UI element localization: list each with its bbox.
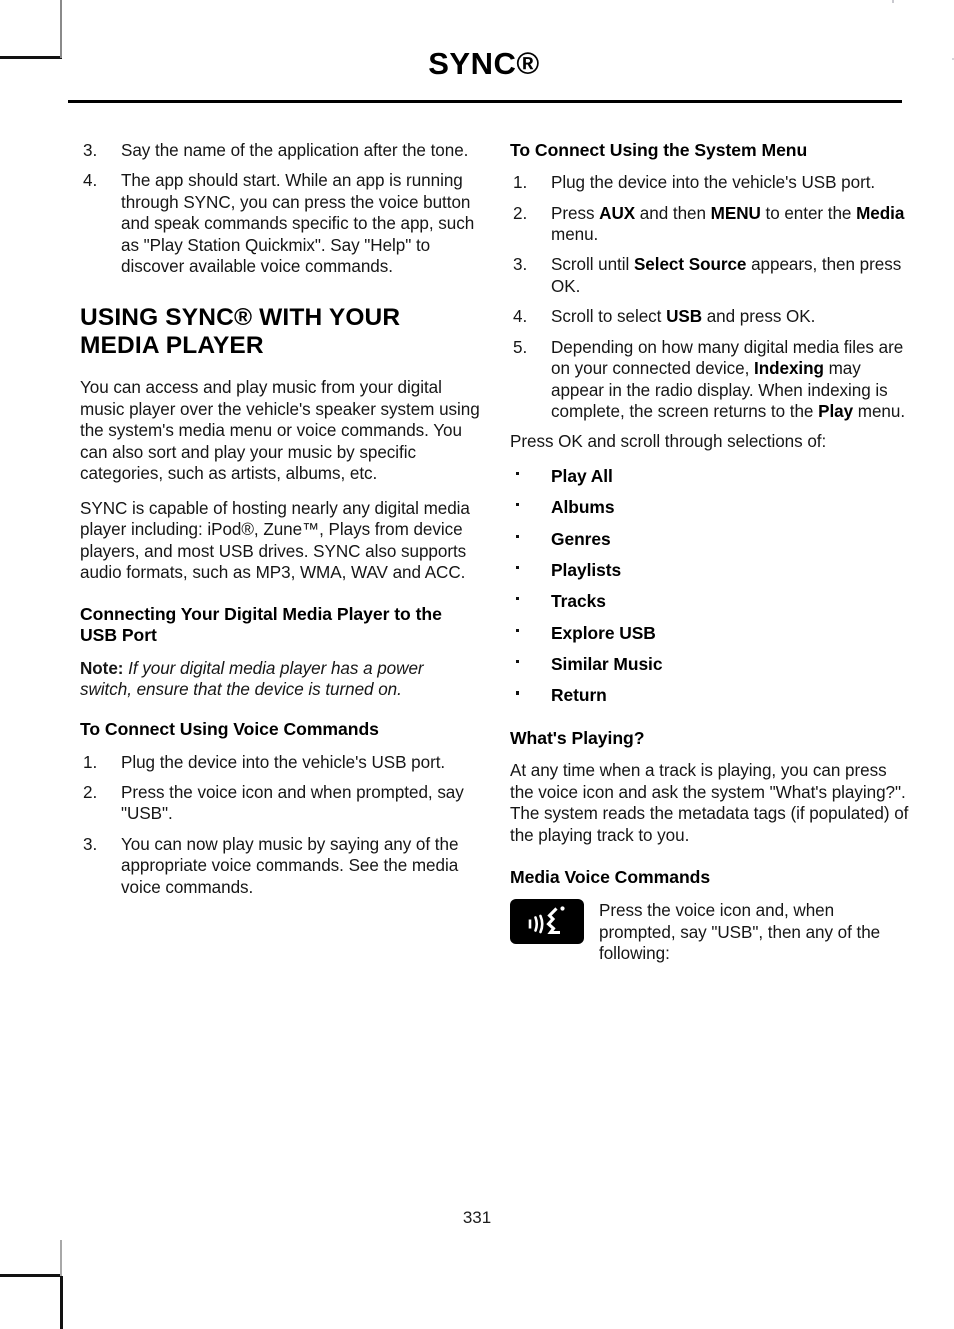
bullet-dot-icon <box>516 534 520 538</box>
paragraph-whats-playing: At any time when a track is playing, you… <box>510 761 909 845</box>
list-item: 3. Say the name of the application after… <box>80 140 480 161</box>
two-column-body: 3. Say the name of the application after… <box>0 140 954 964</box>
menu-option-label: Explore USB <box>551 622 656 643</box>
list-marker: 3. <box>513 255 528 275</box>
subheading-connect-voice-commands: To Connect Using Voice Commands <box>80 719 379 740</box>
bullet-dot-icon <box>516 471 520 476</box>
list-item: 2. Press the voice icon and when prompte… <box>80 782 480 825</box>
crop-mark-top-left-vertical <box>60 0 62 58</box>
list-item-text: Press AUX and then MENU to enter the Med… <box>551 203 905 244</box>
menu-option-label: Albums <box>551 497 615 518</box>
paragraph-selections-intro: Press OK and scroll through selections o… <box>510 432 827 452</box>
header-divider-rule <box>68 100 902 103</box>
list-marker: 4. <box>513 307 528 327</box>
list-item: Explore USB <box>510 623 910 645</box>
list-item-text: You can now play music by saying any of … <box>121 834 459 897</box>
list-item: Playlists <box>510 560 910 582</box>
right-column: To Connect Using the System Menu 1. Plug … <box>510 140 910 964</box>
crop-mark-top-right-dot <box>892 0 894 3</box>
voice-icon-instruction-text: Press the voice icon and, when prompted,… <box>599 901 881 964</box>
list-marker: 4. <box>83 171 98 191</box>
page-header: SYNC® <box>68 48 900 79</box>
list-marker: 3. <box>83 834 98 854</box>
list-item: 1. Plug the device into the vehicle's US… <box>80 752 480 773</box>
crop-mark-bottom-left-vertical <box>60 1276 63 1329</box>
emphasis-term: Media <box>856 203 905 223</box>
list-marker: 2. <box>513 203 528 223</box>
emphasis-term: MENU <box>710 203 761 223</box>
bullet-dot-icon <box>516 597 520 601</box>
bullet-dot-icon <box>516 628 520 632</box>
list-item: Genres <box>510 529 910 551</box>
list-item: 5. Depending on how many digital media fi… <box>510 337 910 423</box>
menu-option-label: Similar Music <box>551 653 663 674</box>
continued-numbered-list: 3. Say the name of the application after… <box>80 140 480 278</box>
note-label: Note: <box>80 658 124 678</box>
list-marker: 2. <box>83 783 98 803</box>
subheading-connect-system-menu: To Connect Using the System Menu <box>510 140 808 160</box>
list-item: Return <box>510 685 910 707</box>
list-item-text: Plug the device into the vehicle's USB p… <box>551 173 876 193</box>
note-power-switch: Note: If your digital media player has a… <box>80 658 480 701</box>
list-item-text: The app should start. While an app is ru… <box>121 171 475 277</box>
subheading-whats-playing: What's Playing? <box>510 728 645 749</box>
section-heading-using-sync: USING SYNC® WITH YOUR MEDIA PLAYER <box>80 303 401 360</box>
subheading-media-voice-commands: Media Voice Commands <box>510 867 711 888</box>
list-item: 2. Press AUX and then MENU to enter the M… <box>510 203 910 246</box>
note-text: If your digital media player has a power… <box>80 658 424 700</box>
list-marker: 1. <box>513 173 528 193</box>
menu-option-label: Return <box>551 685 607 706</box>
media-selections-list: Play All Albums Genres Playlists Tracks Explo… <box>510 466 910 707</box>
crop-mark-bottom-left-horizontal <box>0 1274 62 1277</box>
menu-option-label: Tracks <box>551 591 606 612</box>
voice-command-steps-list: 1. Plug the device into the vehicle's US… <box>80 752 480 899</box>
page-number: 331 <box>462 1208 492 1227</box>
menu-option-label: Playlists <box>551 559 622 580</box>
list-item: Tracks <box>510 591 910 613</box>
left-column: 3. Say the name of the application after… <box>80 140 480 964</box>
emphasis-term: USB <box>666 307 703 327</box>
emphasis-term: Select Source <box>633 255 747 275</box>
list-item-text: Scroll until Select Source appears, then… <box>551 255 902 296</box>
system-menu-steps-list: 1. Plug the device into the vehicle's USB… <box>510 172 910 422</box>
menu-option-label: Genres <box>551 528 611 549</box>
list-item: Similar Music <box>510 654 910 676</box>
subheading-connecting-player: Connecting Your Digital Media Player to … <box>80 604 442 646</box>
crop-mark-bottom-left-vertical-gray <box>60 1240 62 1276</box>
list-item-text: Say the name of the application after th… <box>121 141 469 160</box>
paragraph-media-player-overview: You can access and play music from your … <box>80 378 480 484</box>
list-item: Albums <box>510 497 910 519</box>
bullet-dot-icon <box>516 691 520 695</box>
list-item: 3. You can now play music by saying any … <box>80 834 480 898</box>
list-marker: 3. <box>83 141 98 160</box>
list-marker: 5. <box>513 337 528 357</box>
list-item: Play All <box>510 466 910 488</box>
list-item: 4. The app should start. While an app is… <box>80 170 480 277</box>
voice-icon-row: Press the voice icon and, when prompted,… <box>510 899 910 964</box>
list-item: 3. Scroll until Select Source appears, th… <box>510 254 910 297</box>
list-item: 1. Plug the device into the vehicle's USB… <box>510 172 910 193</box>
list-item-text: Plug the device into the vehicle's USB p… <box>121 752 446 772</box>
emphasis-term: Indexing <box>754 359 824 379</box>
list-item-text: Scroll to select USB and press OK. <box>551 307 816 327</box>
page-title: SYNC® <box>428 46 540 81</box>
crop-mark-top-left-horizontal <box>0 56 62 59</box>
list-item: 4. Scroll to select USB and press OK. <box>510 306 910 327</box>
list-item-text: Depending on how many digital media file… <box>551 337 906 422</box>
bullet-dot-icon <box>516 503 520 507</box>
emphasis-term: Play <box>818 402 854 422</box>
voice-command-icon <box>510 899 584 945</box>
menu-option-label: Play All <box>551 465 613 486</box>
paragraph-supported-devices: SYNC is capable of hosting nearly any di… <box>80 498 470 582</box>
list-item-text: Press the voice icon and when prompted, … <box>121 783 464 824</box>
bullet-dot-icon <box>516 659 520 664</box>
bullet-dot-icon <box>516 565 520 570</box>
list-marker: 1. <box>83 752 98 772</box>
emphasis-term: AUX <box>599 203 636 223</box>
